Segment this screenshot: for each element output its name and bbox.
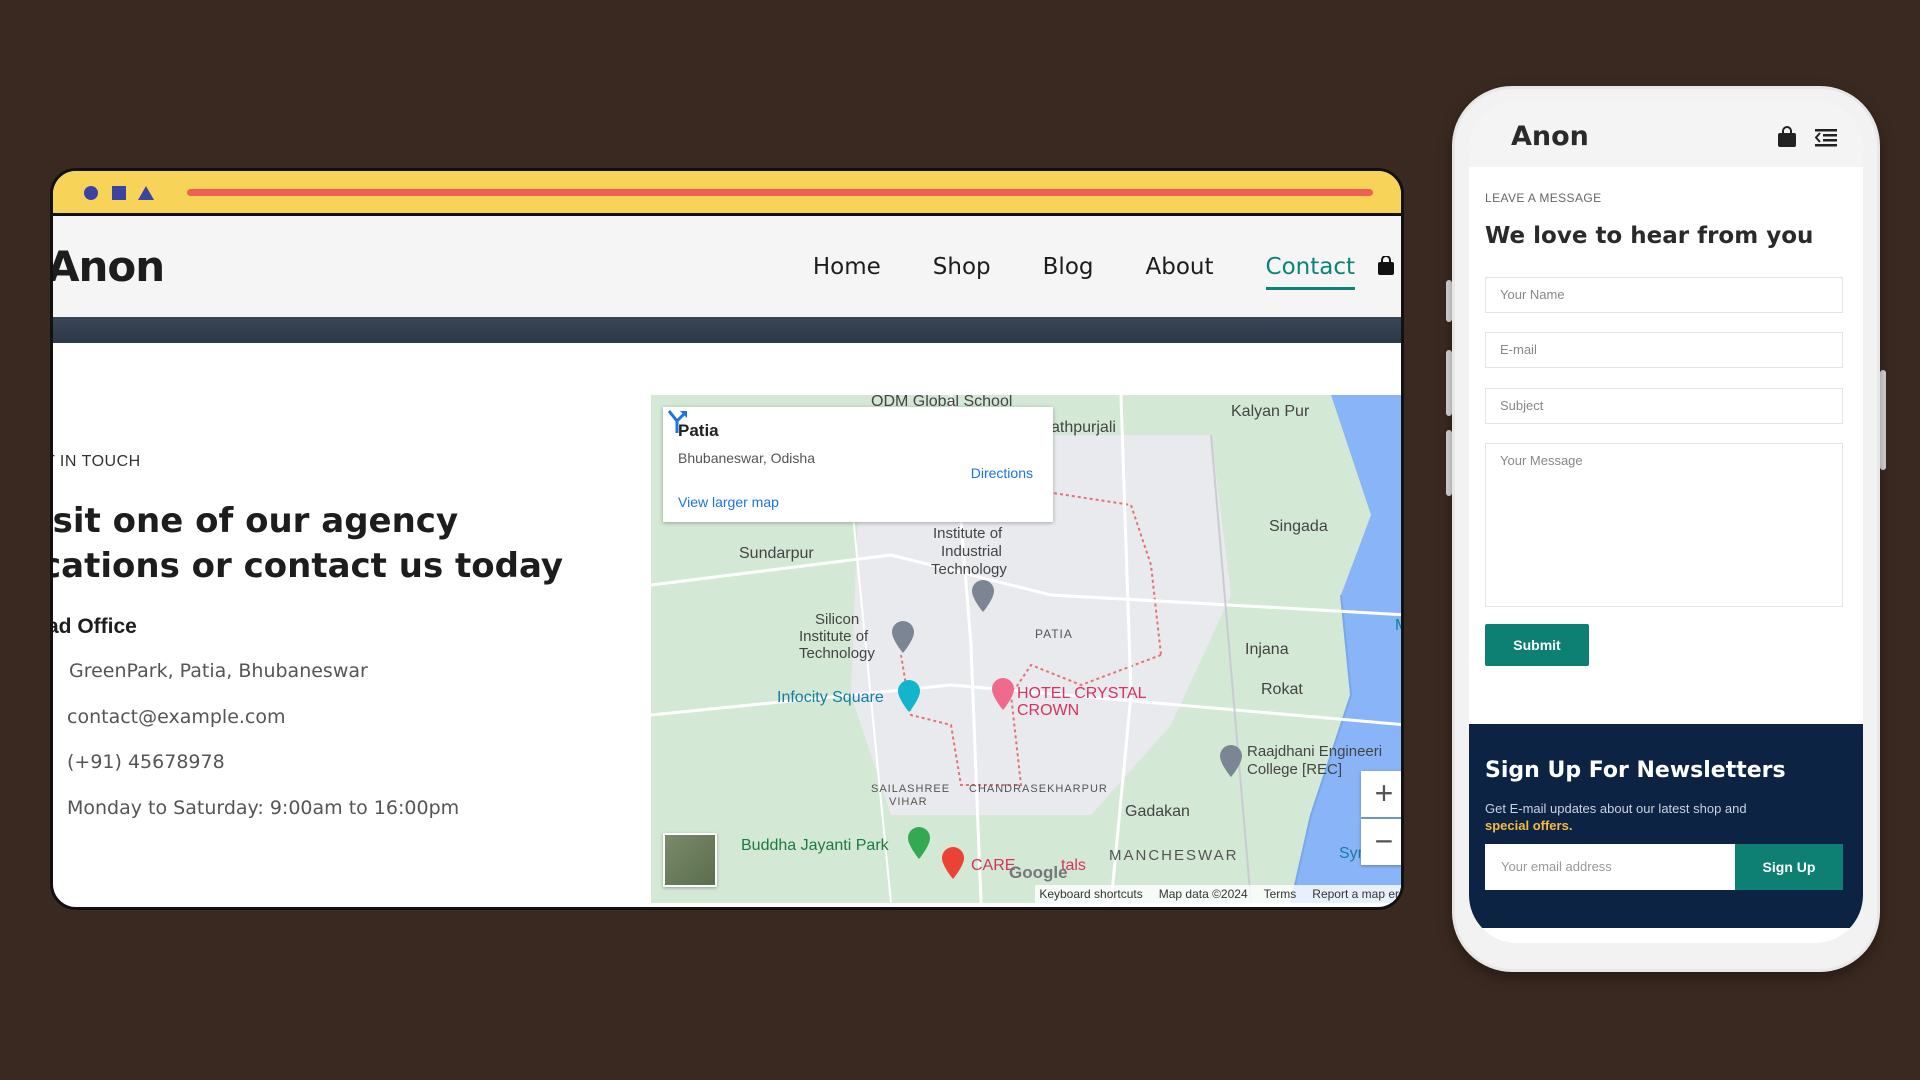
terms-link[interactable]: Terms <box>1264 887 1297 901</box>
college-pin-icon[interactable] <box>971 580 995 614</box>
google-map[interactable]: ODM Global School Kalyan Pur athpurjali … <box>651 395 1401 903</box>
newsletter-text: Get E-mail updates about our latest shop… <box>1485 800 1825 834</box>
map-label-infocity: Infocity Square <box>777 689 884 706</box>
map-label-hotel-1: HOTEL CRYSTAL <box>1017 685 1147 702</box>
map-layer-toggle[interactable] <box>663 833 717 887</box>
map-label-sundarpur: Sundarpur <box>739 545 814 562</box>
zoom-out-button[interactable]: − <box>1361 819 1401 865</box>
newsletter-text-highlight: special offers. <box>1485 818 1573 833</box>
hospital-pin-icon[interactable] <box>941 847 965 881</box>
map-label-sailashree-2: VIHAR <box>889 796 928 808</box>
directions-link[interactable]: Directions <box>971 465 1033 481</box>
site-header: Anon Home Shop Blog About Contact <box>53 216 1401 317</box>
newsletter-email-input[interactable]: Your email address <box>1485 844 1735 890</box>
map-label-iit-1: Institute of <box>933 525 1003 542</box>
map-label-raajdhani-2: College [REC] <box>1247 761 1343 778</box>
mobile-logo[interactable]: Anon <box>1511 121 1589 152</box>
hero-image-strip <box>53 317 1401 343</box>
map-label-m: M <box>1395 617 1401 635</box>
map-info-card: Patia Bhubaneswar, Odisha View larger ma… <box>663 407 1053 522</box>
map-footer: Keyboard shortcuts Map data ©2024 Terms … <box>1035 885 1401 903</box>
contact-headline: isit one of our agency cations or contac… <box>50 499 641 589</box>
map-label-mancheswar: MANCHESWAR <box>1109 847 1239 864</box>
directions-icon[interactable] <box>663 407 691 435</box>
map-label-raajdhani-1: Raajdhani Engineeri <box>1247 743 1383 760</box>
map-label-iit-2: Industrial <box>941 543 1002 560</box>
park-pin-icon[interactable] <box>907 827 931 861</box>
map-label-kalyan: Kalyan Pur <box>1231 403 1310 420</box>
main-nav: Home Shop Blog About Contact <box>813 216 1401 317</box>
nav-shop[interactable]: Shop <box>933 254 991 280</box>
infocity-pin-icon[interactable] <box>897 680 921 714</box>
subject-input[interactable]: Subject <box>1485 388 1843 424</box>
newsletter-title: Sign Up For Newsletters <box>1485 758 1786 783</box>
map-label-rokat: Rokat <box>1261 681 1303 698</box>
nav-about[interactable]: About <box>1146 254 1214 280</box>
silicon-pin-icon[interactable] <box>891 621 915 655</box>
map-label-raghunath: athpurjali <box>1051 419 1116 436</box>
message-textarea[interactable]: Your Message <box>1485 443 1843 607</box>
headline-line-1: isit one of our agency <box>50 501 459 541</box>
office-phone[interactable]: (+91) 45678978 <box>67 751 225 773</box>
view-larger-map-link[interactable]: View larger map <box>678 494 779 510</box>
google-logo: Google <box>1009 863 1068 882</box>
keyboard-shortcuts-link[interactable]: Keyboard shortcuts <box>1039 887 1142 901</box>
phone-power-button <box>1880 370 1886 470</box>
mobile-header: Anon <box>1469 101 1863 167</box>
map-label-buddha-park: Buddha Jayanti Park <box>741 837 889 854</box>
email-input[interactable]: E-mail <box>1485 332 1843 368</box>
map-label-silicon-2: Institute of <box>799 628 869 645</box>
shopping-bag-icon[interactable] <box>1377 256 1395 276</box>
map-label-iit-3: Technology <box>931 561 1007 578</box>
message-form-title: We love to hear from you <box>1485 223 1814 249</box>
map-label-silicon-1: Silicon <box>815 611 860 628</box>
report-error-link[interactable]: Report a map err <box>1312 887 1401 901</box>
raajdhani-pin-icon[interactable] <box>1219 745 1243 779</box>
contact-section <box>53 343 633 907</box>
map-label-silicon-3: Technology <box>799 645 875 662</box>
map-label-chandrasekharpur: CHANDRASEKHARPUR <box>969 783 1108 795</box>
submit-button[interactable]: Submit <box>1485 624 1589 666</box>
office-hours: Monday to Saturday: 9:00am to 16:00pm <box>67 797 460 819</box>
map-data-credit: Map data ©2024 <box>1158 887 1248 901</box>
office-address: GreenPark, Patia, Bhubaneswar <box>69 660 368 682</box>
browser-title-bar <box>53 171 1401 216</box>
desktop-browser-mockup: Anon Home Shop Blog About Contact T IN T… <box>50 168 1404 910</box>
section-eyebrow: T IN TOUCH <box>50 453 141 470</box>
zoom-in-button[interactable]: + <box>1361 771 1401 817</box>
mobile-phone-mockup: Anon LEAVE A MESSAGE We love to hear fro… <box>1452 86 1880 972</box>
office-email[interactable]: contact@example.com <box>67 706 286 728</box>
triangle-dot-icon <box>138 186 154 200</box>
address-bar-line <box>187 189 1373 196</box>
nav-home[interactable]: Home <box>813 254 881 280</box>
map-label-singada: Singada <box>1269 518 1328 535</box>
map-place-region: Bhubaneswar, Odisha <box>678 450 815 466</box>
headline-line-2: cations or contact us today <box>50 546 564 586</box>
hotel-pin-icon[interactable] <box>991 678 1015 712</box>
menu-icon[interactable] <box>1815 129 1837 147</box>
nav-blog[interactable]: Blog <box>1043 254 1094 280</box>
map-label-sailashree-1: SAILASHREE <box>871 783 951 795</box>
circle-dot-icon <box>84 186 98 200</box>
site-logo[interactable]: Anon <box>53 242 165 291</box>
leave-message-eyebrow: LEAVE A MESSAGE <box>1485 191 1602 205</box>
phone-screen: Anon LEAVE A MESSAGE We love to hear fro… <box>1469 101 1863 943</box>
newsletter-section: Sign Up For Newsletters Get E-mail updat… <box>1469 724 1863 928</box>
map-label-gadakan: Gadakan <box>1125 803 1190 820</box>
map-label-hotel-2: CROWN <box>1017 702 1080 719</box>
nav-contact[interactable]: Contact <box>1265 254 1356 290</box>
map-label-patia: PATIA <box>1035 627 1073 641</box>
newsletter-text-prefix: Get E-mail updates about our latest shop… <box>1485 801 1747 816</box>
map-label-injana: Injana <box>1245 641 1289 658</box>
square-dot-icon <box>112 186 126 200</box>
shopping-bag-icon[interactable] <box>1777 126 1797 148</box>
newsletter-signup-button[interactable]: Sign Up <box>1735 844 1843 890</box>
head-office-title: ad Office <box>50 615 137 638</box>
name-input[interactable]: Your Name <box>1485 277 1843 313</box>
